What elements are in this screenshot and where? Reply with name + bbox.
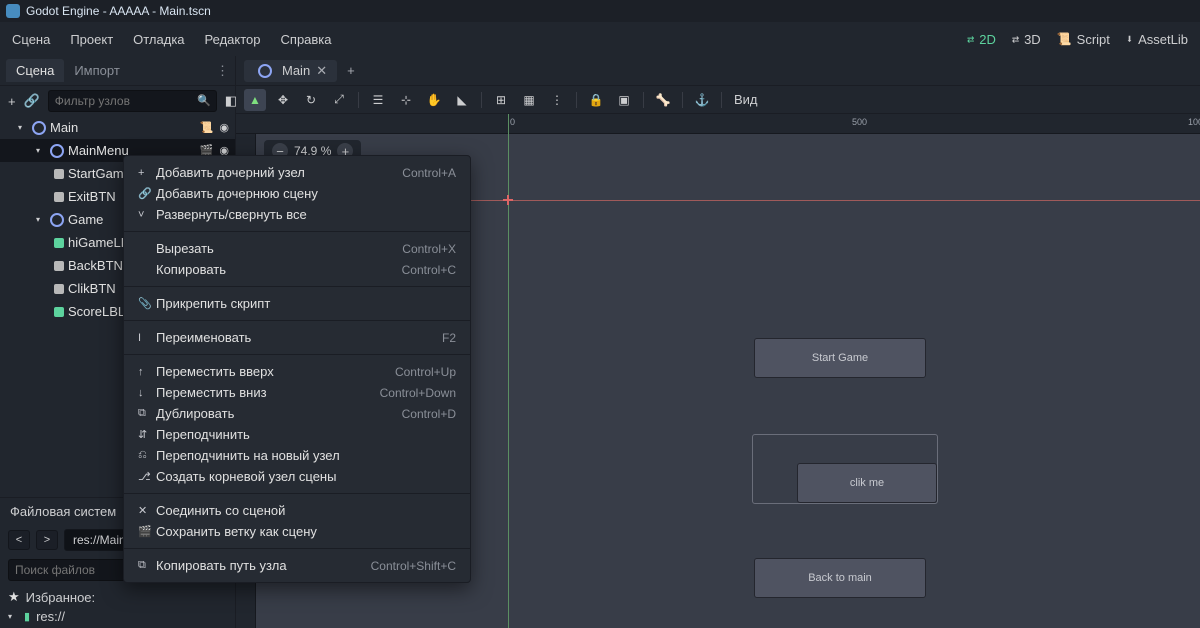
viewport-toolbar: ▲ ✥ ↻ ⤢ ☰ ⊹ ✋ ◣ ⊞ ▦ ⋮ 🔒 ▣ 🦴 ⚓ Вид: [236, 86, 1200, 114]
menu-scene[interactable]: Сцена: [12, 32, 50, 47]
titlebar: Godot Engine - AAAAA - Main.tscn: [0, 0, 1200, 22]
ctx-item[interactable]: IПереименоватьF2: [124, 327, 470, 348]
ctx-item[interactable]: ↑Переместить вверхControl+Up: [124, 361, 470, 382]
group-icon[interactable]: ▣: [613, 89, 635, 111]
tab-add-icon[interactable]: +: [347, 63, 355, 78]
ctx-item[interactable]: ˅Развернуть/свернуть все: [124, 204, 470, 225]
tab-scene[interactable]: Сцена: [6, 59, 64, 82]
ctx-item[interactable]: ⇵Переподчинить: [124, 424, 470, 445]
mode-3d-button[interactable]: ⇄3D: [1012, 32, 1041, 47]
pan-tool-icon[interactable]: ✋: [423, 89, 445, 111]
ctx-item[interactable]: 🔗Добавить дочернюю сцену: [124, 183, 470, 204]
ctx-item[interactable]: ↓Переместить внизControl+Down: [124, 382, 470, 403]
add-node-icon[interactable]: +: [8, 94, 16, 109]
filter-nodes-input[interactable]: [48, 90, 217, 112]
godot-logo-icon: [6, 4, 20, 18]
mode-assetlib-button[interactable]: ⬇AssetLib: [1126, 32, 1188, 47]
menubar: Сцена Проект Отладка Редактор Справка ⇄2…: [0, 22, 1200, 56]
grid-icon[interactable]: ▦: [518, 89, 540, 111]
ctx-item[interactable]: 🎬Сохранить ветку как сцену: [124, 521, 470, 542]
node2d-icon: [32, 121, 46, 135]
rotate-tool-icon[interactable]: ↻: [300, 89, 322, 111]
folder-icon: ▮: [24, 610, 30, 623]
lock-icon[interactable]: 🔒: [585, 89, 607, 111]
tab-more-icon[interactable]: ⋮: [216, 63, 229, 79]
label-icon: [54, 307, 64, 317]
view-menu[interactable]: Вид: [734, 92, 758, 107]
snap-icon[interactable]: ⊞: [490, 89, 512, 111]
fs-root[interactable]: ▾▮res://: [8, 607, 227, 626]
node2d-icon: [50, 213, 64, 227]
canvas-backtomain-button[interactable]: Back to main: [754, 558, 926, 598]
ctx-item[interactable]: ⧉Копировать путь узлаControl+Shift+C: [124, 555, 470, 576]
origin-gizmo[interactable]: [503, 195, 513, 205]
editor-tabs: Main ✕ +: [236, 56, 1200, 86]
button-icon: [54, 169, 64, 179]
window-title: Godot Engine - AAAAA - Main.tscn: [26, 4, 211, 18]
ruler-tool-icon[interactable]: ⊹: [395, 89, 417, 111]
fs-fwd-button[interactable]: >: [36, 530, 58, 550]
bone-icon[interactable]: 🦴: [652, 89, 674, 111]
ctx-item[interactable]: ⧉ДублироватьControl+D: [124, 403, 470, 424]
menu-project[interactable]: Проект: [70, 32, 113, 47]
ctx-item[interactable]: ВырезатьControl+X: [124, 238, 470, 259]
move-tool-icon[interactable]: ✥: [272, 89, 294, 111]
select-tool-icon[interactable]: ▲: [244, 89, 266, 111]
context-menu: +Добавить дочерний узелControl+A🔗Добавит…: [123, 155, 471, 583]
mode-script-button[interactable]: 📜Script: [1057, 32, 1110, 47]
visibility-icon[interactable]: ◉: [219, 121, 229, 134]
ctx-item[interactable]: 📎Прикрепить скрипт: [124, 293, 470, 314]
ctx-item[interactable]: ✕Соединить со сценой: [124, 500, 470, 521]
canvas-clik-button[interactable]: clik me: [797, 463, 937, 503]
script-icon[interactable]: 📜: [200, 121, 214, 134]
list-tool-icon[interactable]: ☰: [367, 89, 389, 111]
button-icon: [54, 192, 64, 202]
ctx-item[interactable]: +Добавить дочерний узелControl+A: [124, 162, 470, 183]
canvas-startgame-button[interactable]: Start Game: [754, 338, 926, 378]
tab-import[interactable]: Импорт: [64, 59, 129, 82]
node2d-icon: [50, 144, 64, 158]
ctx-item[interactable]: ⎌Переподчинить на новый узел: [124, 445, 470, 466]
canvas-clik-outer[interactable]: clik me: [752, 434, 938, 504]
pivot-tool-icon[interactable]: ◣: [451, 89, 473, 111]
menu-debug[interactable]: Отладка: [133, 32, 184, 47]
anchor-icon[interactable]: ⚓: [691, 89, 713, 111]
node2d-icon: [258, 64, 272, 78]
star-icon: ★: [8, 589, 20, 605]
button-icon: [54, 261, 64, 271]
more-icon[interactable]: ⋮: [546, 89, 568, 111]
menu-help[interactable]: Справка: [281, 32, 332, 47]
fs-favorites[interactable]: ★Избранное:: [8, 587, 227, 607]
close-icon[interactable]: ✕: [316, 63, 327, 79]
tab-main-scene[interactable]: Main ✕: [244, 60, 337, 82]
label-icon: [54, 238, 64, 248]
link-icon[interactable]: 🔗: [24, 93, 40, 109]
button-icon: [54, 284, 64, 294]
fs-back-button[interactable]: <: [8, 530, 30, 550]
ctx-item[interactable]: ⎇Создать корневой узел сцены: [124, 466, 470, 487]
scale-tool-icon[interactable]: ⤢: [328, 89, 350, 111]
search-icon: 🔍: [197, 94, 211, 107]
tree-row-main[interactable]: ▾ Main 📜◉: [0, 116, 235, 139]
ctx-item[interactable]: КопироватьControl+C: [124, 259, 470, 280]
mode-2d-button[interactable]: ⇄2D: [967, 32, 996, 47]
menu-editor[interactable]: Редактор: [205, 32, 261, 47]
